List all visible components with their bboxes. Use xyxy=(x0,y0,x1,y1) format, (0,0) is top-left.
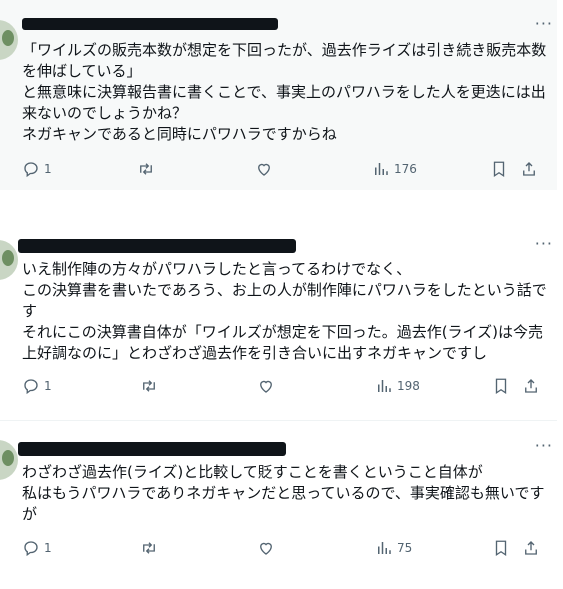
tweet-text: わざわざ過去作(ライズ)と比較して貶すことを書くということ自体が 私はもうパワハ… xyxy=(22,463,545,523)
like-button[interactable] xyxy=(257,377,275,395)
redacted-username xyxy=(18,442,286,456)
reply-button[interactable]: 1 xyxy=(22,160,52,178)
more-icon[interactable]: ··· xyxy=(535,234,553,253)
retweet-icon xyxy=(140,163,152,175)
divider xyxy=(0,420,557,421)
redacted-username xyxy=(22,18,278,30)
views-icon xyxy=(375,163,388,175)
views-count: 176 xyxy=(394,162,417,176)
tweet-text: いえ制作陣の方々がパワハラしたと言ってるわけでなく、 この決算書を書いたであろう… xyxy=(22,260,547,362)
retweet-icon xyxy=(143,542,155,554)
views-button[interactable]: 198 xyxy=(375,377,420,395)
bookmark-icon xyxy=(495,540,507,557)
share-button[interactable] xyxy=(522,539,540,557)
more-icon[interactable]: ··· xyxy=(535,436,553,455)
bookmark-button[interactable] xyxy=(492,539,510,557)
reply-icon xyxy=(24,379,38,395)
retweet-button[interactable] xyxy=(140,539,158,557)
views-button[interactable]: 75 xyxy=(375,539,412,557)
reply-count: 1 xyxy=(44,379,52,393)
share-button[interactable] xyxy=(522,377,540,395)
retweet-button[interactable] xyxy=(137,160,155,178)
heart-icon xyxy=(258,163,270,176)
reply-icon xyxy=(24,162,38,178)
reply-button[interactable]: 1 xyxy=(22,377,52,395)
redacted-username xyxy=(18,239,296,253)
more-icon[interactable]: ··· xyxy=(535,14,553,33)
tweet-actions: 1 75 xyxy=(0,539,557,559)
views-icon xyxy=(378,542,391,554)
share-icon xyxy=(525,541,537,555)
retweet-button[interactable] xyxy=(140,377,158,395)
share-icon xyxy=(525,379,537,393)
reply-count: 1 xyxy=(44,541,52,555)
share-button[interactable] xyxy=(520,160,538,178)
reply-count: 1 xyxy=(44,162,52,176)
avatar[interactable] xyxy=(0,440,18,480)
reply-icon xyxy=(24,541,38,557)
tweet[interactable]: ··· わざわざ過去作(ライズ)と比較して貶すことを書くということ自体が 私はも… xyxy=(0,428,557,578)
bookmark-icon xyxy=(495,378,507,395)
bookmark-button[interactable] xyxy=(490,160,508,178)
tweet-actions: 1 198 xyxy=(0,377,557,397)
bookmark-button[interactable] xyxy=(492,377,510,395)
views-icon xyxy=(378,380,391,392)
views-button[interactable]: 176 xyxy=(372,160,417,178)
avatar[interactable] xyxy=(0,20,18,60)
like-button[interactable] xyxy=(255,160,273,178)
tweet[interactable]: ··· いえ制作陣の方々がパワハラしたと言ってるわけでなく、 この決算書を書いた… xyxy=(0,222,557,412)
avatar[interactable] xyxy=(0,240,18,280)
heart-icon xyxy=(260,542,272,555)
share-icon xyxy=(523,162,535,176)
reply-button[interactable]: 1 xyxy=(22,539,52,557)
bookmark-icon xyxy=(493,161,505,178)
like-button[interactable] xyxy=(257,539,275,557)
tweet[interactable]: ··· 「ワイルズの販売本数が想定を下回ったが、過去作ライズは引き続き販売本数を… xyxy=(0,0,557,190)
tweet-actions: 1 176 xyxy=(0,160,557,180)
tweet-text: 「ワイルズの販売本数が想定を下回ったが、過去作ライズは引き続き販売本数を伸ばして… xyxy=(22,41,547,143)
retweet-icon xyxy=(143,380,155,392)
views-count: 198 xyxy=(397,379,420,393)
views-count: 75 xyxy=(397,541,413,555)
heart-icon xyxy=(260,380,272,393)
